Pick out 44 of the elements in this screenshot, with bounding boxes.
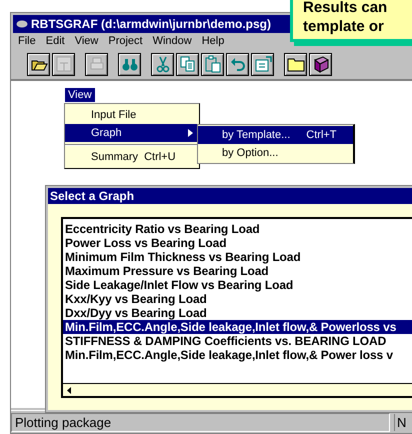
list-item[interactable]: Maximum Pressure vs Bearing Load — [63, 264, 412, 278]
list-item[interactable]: Dxx/Dyy vs Bearing Load — [63, 306, 412, 320]
layout-icon — [54, 55, 72, 73]
list-item[interactable]: Side Leakage/Inlet Flow vs Bearing Load — [63, 278, 412, 292]
menu-item[interactable]: by Template... Ctrl+T — [198, 126, 353, 144]
menu-item[interactable]: Help — [196, 35, 230, 47]
menu-item[interactable]: Input File — [65, 106, 199, 124]
toolbar-button[interactable] — [309, 52, 332, 76]
menu-item[interactable]: Graph — [65, 124, 199, 142]
menu-item[interactable]: Edit — [40, 35, 70, 47]
toolbar-button[interactable] — [118, 52, 141, 76]
menu-item[interactable]: Window — [148, 35, 197, 47]
list-item[interactable]: Kxx/Kyy vs Bearing Load — [63, 292, 412, 306]
menu-item[interactable]: File — [13, 35, 41, 47]
clipboard-icon — [204, 55, 222, 73]
menu-item[interactable]: by Option... — [198, 144, 353, 162]
window-icon[interactable] — [16, 20, 28, 28]
toolbar-button[interactable] — [27, 52, 50, 76]
properties-icon — [254, 55, 272, 73]
toolbar-button[interactable] — [151, 52, 174, 76]
copy-icon — [178, 55, 196, 73]
view-menu-title[interactable]: View — [65, 88, 95, 102]
list-item[interactable]: Power Loss vs Bearing Load — [63, 236, 412, 250]
list-item[interactable]: STIFFNESS & DAMPING Coefficients vs. BEARING LOAD — [63, 334, 412, 348]
horizontal-scrollbar[interactable] — [63, 383, 412, 396]
toolbar-button[interactable] — [251, 52, 274, 76]
toolbar-button[interactable] — [226, 52, 249, 76]
callout-text: template or — [303, 17, 385, 36]
list-item[interactable]: Min.Film,ECC.Angle,Side leakage,Inlet flow,& Powerloss vs — [63, 320, 412, 334]
menu-item[interactable]: Summary Ctrl+U — [65, 148, 199, 166]
toolbar-button[interactable] — [176, 52, 199, 76]
left-arrow-icon[interactable] — [67, 386, 71, 394]
callout-text: Results can — [303, 0, 388, 17]
list-item[interactable]: Minimum Film Thickness vs Bearing Load — [63, 250, 412, 264]
window-title: RBTSGRAF (d:\armdwin\jurnbr\demo.psg) — [31, 17, 271, 31]
list-item[interactable]: Min.Film,ECC.Angle,Side leakage,Inlet flow,& Power loss v — [63, 348, 412, 362]
toolbar-button[interactable] — [284, 52, 307, 76]
toolbar-button[interactable] — [201, 52, 224, 76]
menu-item[interactable]: View — [70, 35, 104, 47]
list-item[interactable]: Eccentricity Ratio vs Bearing Load — [63, 222, 412, 236]
status-text: N — [394, 414, 406, 430]
menu-item[interactable]: Project — [103, 35, 148, 47]
dialog-title: Select a Graph — [48, 188, 412, 204]
status-text: Plotting package — [11, 412, 390, 432]
